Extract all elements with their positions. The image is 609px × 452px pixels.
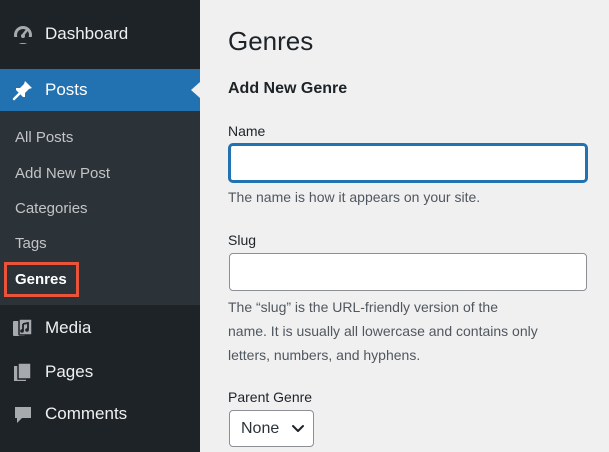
admin-sidebar: Dashboard Posts All Posts Add New Post C…: [0, 0, 200, 452]
slug-help-line-3: letters, numbers, and hyphens.: [228, 347, 421, 363]
slug-input[interactable]: [229, 253, 587, 291]
menu-dashboard[interactable]: Dashboard: [0, 14, 200, 54]
page-title: Genres: [228, 26, 314, 56]
parent-genre-selected: None: [241, 419, 280, 437]
dashboard-icon: [12, 23, 34, 45]
main-content: Genres Add New Genre Name The name is ho…: [200, 0, 609, 452]
comments-icon: [12, 403, 34, 425]
pages-icon: [12, 361, 34, 383]
media-icon: [12, 317, 34, 339]
slug-label: Slug: [228, 232, 257, 248]
menu-comments-label: Comments: [45, 404, 128, 423]
add-new-genre-heading: Add New Genre: [228, 80, 348, 97]
submenu-genres[interactable]: Genres: [15, 271, 67, 288]
slug-help-text: The “slug” is the URL-friendly version o…: [228, 295, 568, 367]
menu-pages-label: Pages: [45, 362, 94, 381]
current-menu-arrow: [191, 82, 200, 98]
name-label: Name: [228, 123, 266, 139]
menu-media[interactable]: Media: [0, 308, 200, 348]
name-input[interactable]: [229, 144, 587, 182]
parent-genre-label: Parent Genre: [228, 389, 313, 405]
menu-media-label: Media: [45, 318, 92, 337]
submenu-all-posts[interactable]: All Posts: [15, 129, 73, 146]
menu-comments[interactable]: Comments: [0, 394, 200, 434]
menu-pages[interactable]: Pages: [0, 352, 200, 392]
menu-dashboard-label: Dashboard: [45, 24, 129, 43]
pushpin-icon: [12, 79, 34, 101]
parent-genre-select[interactable]: None: [229, 410, 314, 447]
submenu-tags[interactable]: Tags: [15, 235, 47, 252]
menu-posts-label: Posts: [45, 80, 88, 99]
slug-help-line-1: The “slug” is the URL-friendly version o…: [228, 299, 498, 315]
chevron-down-icon: [291, 422, 305, 441]
menu-posts[interactable]: Posts: [0, 69, 200, 111]
name-help-text: The name is how it appears on your site.: [228, 189, 481, 205]
submenu-categories[interactable]: Categories: [15, 200, 88, 217]
submenu-add-new-post[interactable]: Add New Post: [15, 165, 110, 182]
slug-help-line-2: name. It is usually all lowercase and co…: [228, 323, 538, 339]
